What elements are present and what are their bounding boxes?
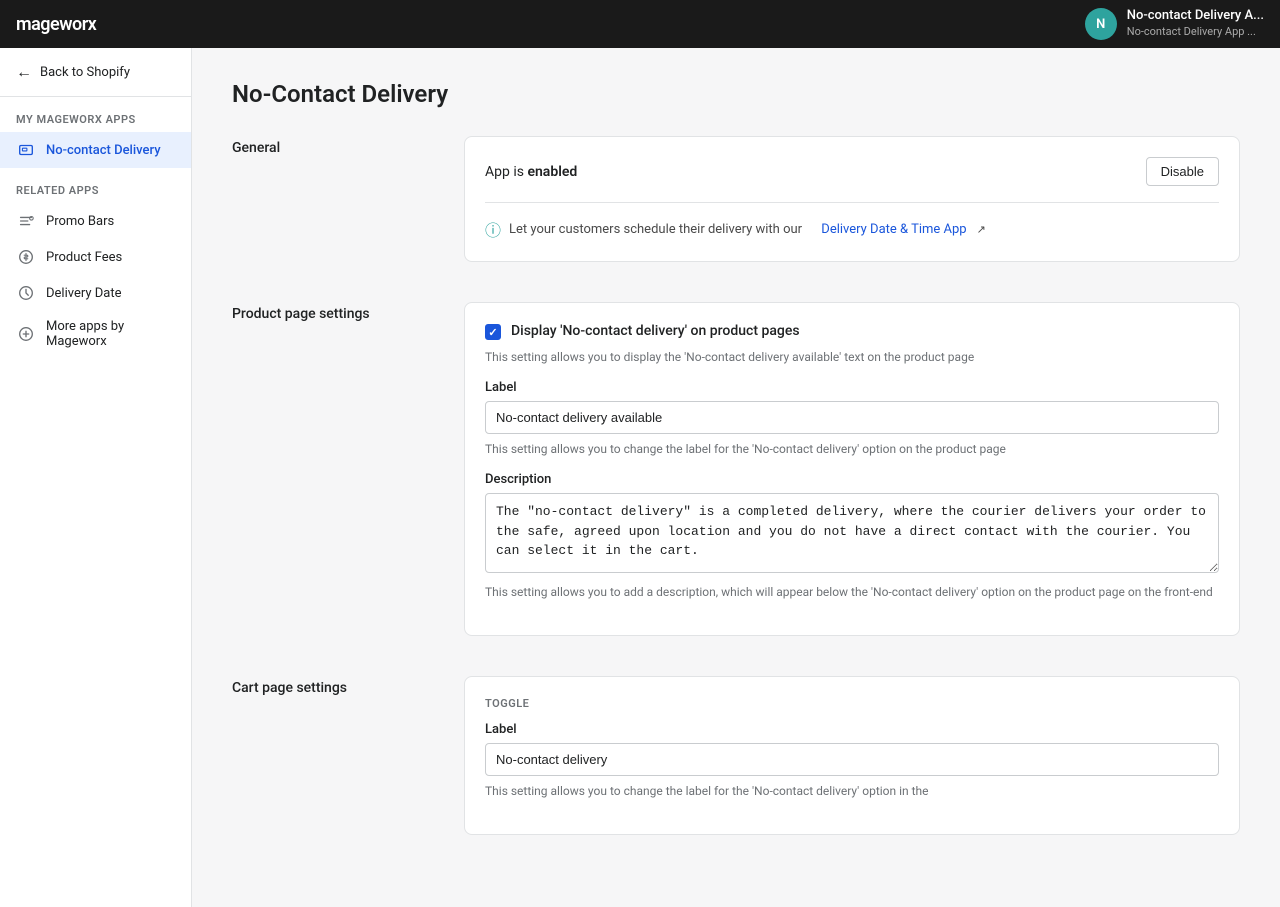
display-checkbox[interactable] [485, 324, 501, 340]
back-to-shopify-button[interactable]: ← Back to Shopify [0, 48, 191, 97]
app-status-text: App is enabled [485, 164, 577, 180]
delivery-date-label: Delivery Date [46, 286, 122, 301]
checkbox-helper: This setting allows you to display the '… [485, 348, 1219, 366]
promo-bars-label: Promo Bars [46, 214, 114, 229]
top-navigation: mageworx N No-contact Delivery A... No-c… [0, 0, 1280, 48]
external-link-icon: ↗ [977, 223, 986, 236]
info-row: ⓘ Let your customers schedule their deli… [485, 202, 1219, 241]
app-status-row: App is enabled Disable [485, 157, 1219, 186]
no-contact-delivery-icon [16, 140, 36, 160]
app-info: No-contact Delivery A... No-contact Deli… [1127, 8, 1264, 39]
related-apps-section-label: RELATED APPS [0, 168, 191, 203]
app-sub: No-contact Delivery App ... [1127, 25, 1264, 39]
main-content: No-Contact Delivery General App is enabl… [192, 48, 1280, 907]
info-text: Let your customers schedule their delive… [509, 222, 802, 237]
sidebar-item-promo-bars[interactable]: Promo Bars [0, 203, 191, 239]
general-section-content: App is enabled Disable ⓘ Let your custom… [464, 136, 1240, 262]
cart-label-field-label: Label [485, 722, 1219, 737]
general-section-label: General [232, 136, 432, 262]
sidebar-item-delivery-date[interactable]: Delivery Date [0, 275, 191, 311]
description-helper: This setting allows you to add a descrip… [485, 583, 1219, 601]
disable-button[interactable]: Disable [1146, 157, 1219, 186]
cart-page-settings-section: Cart page settings TOGGLE Label This set… [232, 676, 1240, 835]
cart-label-helper: This setting allows you to change the la… [485, 782, 1219, 800]
sidebar-active-label: No-contact Delivery [46, 143, 161, 158]
app-name: No-contact Delivery A... [1127, 8, 1264, 25]
info-icon: ⓘ [485, 217, 501, 241]
logo: mageworx [16, 14, 96, 35]
general-section: General App is enabled Disable ⓘ Let you… [232, 136, 1240, 262]
product-fees-label: Product Fees [46, 250, 122, 265]
my-apps-section-label: MY MAGEWORX APPS [0, 97, 191, 132]
sidebar-item-no-contact-delivery[interactable]: No-contact Delivery [0, 132, 191, 168]
product-fees-icon [16, 247, 36, 267]
layout: ← Back to Shopify MY MAGEWORX APPS No-co… [0, 48, 1280, 907]
toggle-section-label: TOGGLE [485, 697, 1219, 710]
promo-bars-icon [16, 211, 36, 231]
product-page-section-label: Product page settings [232, 302, 432, 636]
cart-page-card: TOGGLE Label This setting allows you to … [464, 676, 1240, 835]
label-helper: This setting allows you to change the la… [485, 440, 1219, 458]
display-checkbox-row: Display 'No-contact delivery' on product… [485, 323, 1219, 340]
back-arrow-icon: ← [16, 62, 32, 82]
general-card: App is enabled Disable ⓘ Let your custom… [464, 136, 1240, 262]
product-page-card: Display 'No-contact delivery' on product… [464, 302, 1240, 636]
display-checkbox-label: Display 'No-contact delivery' on product… [511, 323, 800, 339]
product-page-settings-section: Product page settings Display 'No-contac… [232, 302, 1240, 636]
delivery-date-app-link[interactable]: Delivery Date & Time App [821, 222, 966, 237]
more-apps-icon [16, 324, 36, 344]
product-page-section-content: Display 'No-contact delivery' on product… [464, 302, 1240, 636]
sidebar-item-more-apps[interactable]: More apps by Mageworx [0, 311, 191, 357]
label-input[interactable] [485, 401, 1219, 434]
page-title: No-Contact Delivery [232, 80, 1240, 108]
description-textarea[interactable] [485, 493, 1219, 573]
topnav-right: N No-contact Delivery A... No-contact De… [1085, 8, 1264, 40]
cart-page-section-label: Cart page settings [232, 676, 432, 835]
cart-label-input[interactable] [485, 743, 1219, 776]
sidebar: ← Back to Shopify MY MAGEWORX APPS No-co… [0, 48, 192, 907]
cart-page-section-content: TOGGLE Label This setting allows you to … [464, 676, 1240, 835]
sidebar-item-product-fees[interactable]: Product Fees [0, 239, 191, 275]
delivery-date-icon [16, 283, 36, 303]
back-to-shopify-label: Back to Shopify [40, 65, 130, 80]
avatar: N [1085, 8, 1117, 40]
label-field-label: Label [485, 380, 1219, 395]
more-apps-label: More apps by Mageworx [46, 319, 175, 349]
description-field-label: Description [485, 472, 1219, 487]
